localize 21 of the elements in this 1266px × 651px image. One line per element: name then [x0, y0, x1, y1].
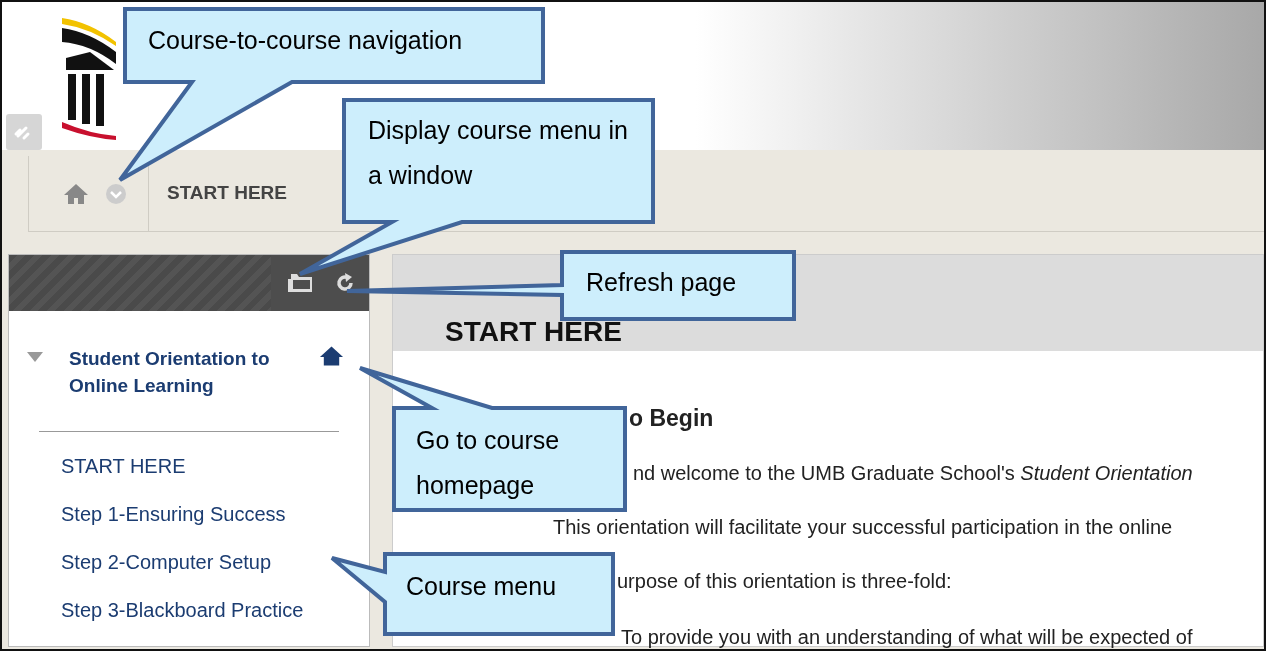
course-menu-link[interactable]: START HERE: [61, 454, 369, 478]
page-title: START HERE: [445, 317, 623, 348]
paragraph-text: urpose of this orientation is three-fold:: [617, 568, 953, 594]
course-menu-link[interactable]: Step 3-Blackboard Practice: [61, 598, 369, 622]
bullet-text: To provide you with an understanding of what will be expected of: [621, 624, 1194, 649]
section-heading: o Begin: [629, 404, 715, 433]
folder-window-icon[interactable]: [287, 273, 313, 293]
callout-text: Course menu: [406, 571, 558, 602]
callout-text: Go to course homepage: [416, 425, 561, 501]
callout-text: Display course menu in a window: [368, 115, 629, 191]
paragraph-text: This orientation will facilitate your successful participation in the online: [553, 514, 1174, 540]
callout-text: Refresh page: [586, 267, 738, 298]
refresh-icon[interactable]: [335, 273, 355, 293]
course-menu-link[interactable]: Step 2-Computer Setup: [61, 550, 369, 574]
home-icon[interactable]: [319, 345, 344, 367]
breadcrumb-current: START HERE: [166, 181, 287, 206]
chevron-circle-icon[interactable]: [105, 182, 127, 205]
paragraph-text: nd welcome to the UMB Graduate School's Student Orientation: [633, 460, 1194, 486]
callout-text: Course-to-course navigation: [148, 25, 464, 56]
course-title-link[interactable]: Student Orientation to Online Learning: [69, 345, 319, 399]
course-menu-link[interactable]: Step 1-Ensuring Success: [61, 502, 369, 526]
